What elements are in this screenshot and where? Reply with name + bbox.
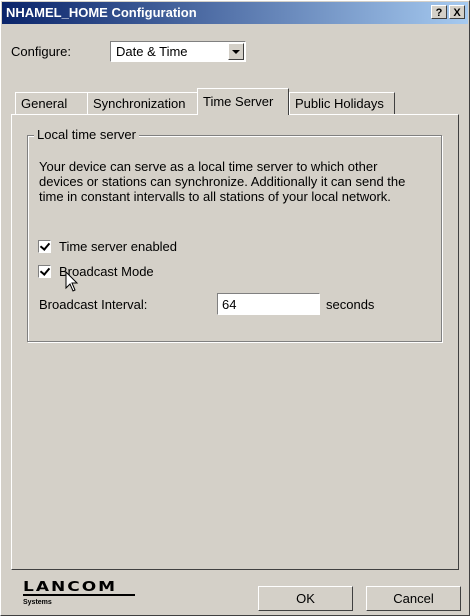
logo-text: LANCOM (23, 579, 118, 595)
logo-underline (23, 594, 135, 596)
help-button[interactable]: ? (431, 5, 447, 19)
tab-label: Public Holidays (295, 96, 384, 111)
mouse-pointer-icon (65, 271, 79, 292)
configure-select[interactable]: Date & Time (110, 41, 246, 62)
broadcast-interval-unit: seconds (326, 297, 375, 312)
configure-select-value: Date & Time (116, 44, 188, 59)
tab-label: Synchronization (93, 96, 186, 111)
lancom-logo: LANCOM Systems (23, 579, 135, 606)
group-title: Local time server (34, 127, 139, 142)
logo-subtext: Systems (23, 599, 52, 606)
tab-label: General (21, 96, 68, 111)
configure-label: Configure: (11, 44, 71, 59)
ok-button[interactable]: OK (258, 586, 353, 611)
tab-time-server[interactable]: Time Server (197, 88, 289, 115)
time-server-enabled-checkbox[interactable] (38, 240, 51, 253)
window-title: NHAMEL_HOME Configuration (6, 5, 197, 20)
tab-public-holidays[interactable]: Public Holidays (289, 92, 395, 114)
close-button[interactable]: X (449, 5, 465, 19)
time-server-enabled-label: Time server enabled (59, 239, 178, 254)
chevron-down-icon[interactable] (228, 43, 244, 60)
tab-general[interactable]: General (15, 92, 88, 114)
title-bar[interactable]: NHAMEL_HOME Configuration ? X (2, 2, 468, 24)
group-description: Your device can serve as a local time se… (39, 159, 406, 204)
broadcast-interval-label: Broadcast Interval: (39, 297, 148, 312)
tab-label: Time Server (203, 94, 274, 109)
cancel-button[interactable]: Cancel (366, 586, 461, 611)
dialog-window: NHAMEL_HOME Configuration ? X Configure:… (0, 0, 470, 616)
broadcast-mode-checkbox[interactable] (38, 265, 51, 278)
broadcast-interval-input[interactable]: 64 (217, 293, 320, 315)
tab-synchronization[interactable]: Synchronization (87, 92, 199, 114)
